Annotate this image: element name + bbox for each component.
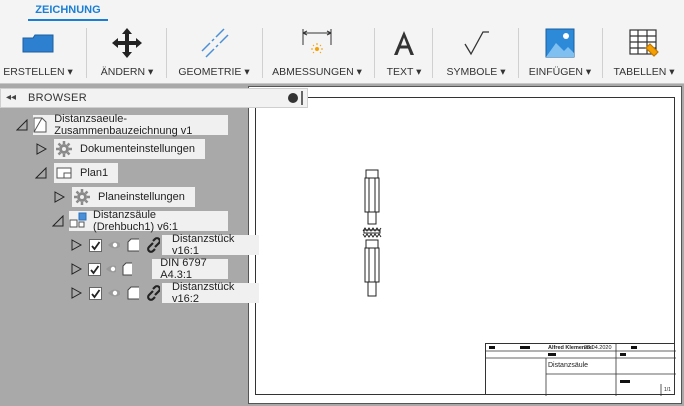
einfuegen-label: EINFÜGEN ▾ — [528, 66, 592, 78]
tree-item-label: Distanzstück v16:1 — [172, 233, 235, 257]
title-block-sheet: 1/1 — [664, 387, 671, 393]
tree-item-distanzstueck-1[interactable]: Distanzstück v16:1 — [70, 233, 260, 257]
eye-icon[interactable] — [107, 239, 121, 251]
tree-item-din-6797[interactable]: DIN 6797 A4.3:1 — [70, 257, 228, 281]
panel-resize-handle[interactable] — [301, 91, 303, 105]
sheet-icon — [54, 163, 74, 183]
tree-item-label: Planeinstellungen — [98, 191, 185, 203]
expanded-triangle-icon[interactable] — [16, 118, 28, 132]
collapsed-triangle-icon[interactable] — [34, 142, 48, 156]
tree-item-label: DIN 6797 A4.3:1 — [160, 257, 207, 281]
ribbon-toolbar: ZEICHNUNG ERSTELLEN ▾ ÄNDERN ▾ GEOMETRIE… — [0, 0, 684, 84]
title-block: Alfred Klemenski 25.04.2020 Distanzsäule… — [485, 343, 676, 396]
eye-icon[interactable] — [105, 263, 117, 275]
dimension-icon — [300, 26, 334, 60]
erstellen-menu[interactable]: ERSTELLEN ▾ — [2, 24, 74, 82]
tree-item-view[interactable]: Distanzsäule (Drehbuch1) v6:1 — [52, 209, 228, 233]
ribbon-separator — [602, 28, 603, 78]
body-icon — [127, 286, 139, 300]
collapsed-triangle-icon[interactable] — [70, 286, 82, 300]
tree-item-label: Dokumenteinstellungen — [80, 143, 195, 155]
ribbon-separator — [86, 28, 87, 78]
tabellen-menu[interactable]: TABELLEN ▾ — [606, 24, 682, 82]
drawing-frame: Alfred Klemenski 25.04.2020 Distanzsäule… — [255, 97, 676, 396]
title-block-title: Distanzsäule — [548, 362, 589, 369]
ribbon-separator — [262, 28, 263, 78]
tree-item-planeinstellungen[interactable]: Planeinstellungen — [52, 187, 195, 207]
link-icon — [147, 285, 161, 301]
surface-symbol-icon — [459, 26, 493, 60]
visibility-checkbox[interactable] — [88, 238, 102, 252]
active-tab-indicator — [28, 19, 108, 21]
view-node[interactable]: Distanzsäule (Drehbuch1) v6:1 — [69, 209, 228, 233]
centerline-icon — [197, 26, 231, 60]
tree-item-distanzstueck-2[interactable]: Distanzstück v16:2 — [70, 281, 260, 305]
move-icon — [110, 26, 144, 60]
browser-minimize-icon[interactable] — [288, 93, 298, 103]
abmessungen-menu[interactable]: ABMESSUNGEN ▾ — [268, 24, 366, 82]
tree-item-plan1[interactable]: Plan1 — [34, 163, 119, 183]
browser-panel: ◂◂ BROWSER Distanzsaeule-Zusammenbauzeic… — [0, 84, 308, 406]
component-node[interactable]: Distanzstück v16:2 — [162, 281, 260, 305]
drawing-canvas[interactable]: Alfred Klemenski 25.04.2020 Distanzsäule… — [228, 84, 684, 406]
aendern-label: ÄNDERN ▾ — [100, 66, 154, 78]
einfuegen-menu[interactable]: EINFÜGEN ▾ — [524, 24, 596, 82]
abmessungen-label: ABMESSUNGEN ▾ — [272, 66, 362, 78]
ribbon-separator — [166, 28, 167, 78]
tree-item-label: Distanzsäule (Drehbuch1) v6:1 — [93, 209, 179, 233]
symbole-menu[interactable]: SYMBOLE ▾ — [438, 24, 514, 82]
settings-node[interactable]: Planeinstellungen — [72, 187, 195, 207]
view-icon — [69, 211, 87, 231]
geometrie-menu[interactable]: GEOMETRIE ▾ — [172, 24, 256, 82]
link-icon — [147, 237, 161, 253]
body-icon — [127, 238, 139, 252]
geometrie-label: GEOMETRIE ▾ — [178, 66, 250, 78]
collapsed-triangle-icon[interactable] — [70, 238, 82, 252]
visibility-checkbox[interactable] — [88, 286, 102, 300]
tree-item-label: Distanzsaeule-Zusammenbauzeichnung v1 — [54, 113, 193, 137]
tree-item-dokumenteinstellungen[interactable]: Dokumenteinstellungen — [34, 139, 205, 159]
drawing-node[interactable]: Distanzsaeule-Zusammenbauzeichnung v1 — [32, 113, 228, 137]
tree-item-label: Distanzstück v16:2 — [172, 281, 235, 305]
text-label: TEXT ▾ — [386, 66, 422, 78]
collapsed-triangle-icon[interactable] — [70, 262, 82, 276]
collapse-panel-icon[interactable]: ◂◂ — [6, 92, 16, 103]
ribbon-separator — [374, 28, 375, 78]
title-block-grid — [486, 344, 676, 396]
standoff-assembly-view — [362, 169, 382, 297]
tabellen-label: TABELLEN ▾ — [613, 66, 675, 78]
ribbon-separator — [432, 28, 433, 78]
visibility-checkbox[interactable] — [87, 262, 101, 276]
sheet-node[interactable]: Plan1 — [54, 163, 119, 183]
tree-item-root[interactable]: Distanzsaeule-Zusammenbauzeichnung v1 — [16, 113, 228, 137]
aendern-menu[interactable]: ÄNDERN ▾ — [92, 24, 162, 82]
component-icon — [122, 262, 133, 276]
gear-icon — [72, 187, 92, 207]
title-block-date: 25.04.2020 — [584, 345, 612, 351]
eye-icon[interactable] — [107, 287, 121, 299]
app-window: ZEICHNUNG ERSTELLEN ▾ ÄNDERN ▾ GEOMETRIE… — [0, 0, 684, 406]
component-node[interactable]: Distanzstück v16:1 — [162, 233, 260, 257]
expanded-triangle-icon[interactable] — [34, 166, 48, 180]
expanded-triangle-icon[interactable] — [52, 214, 64, 228]
erstellen-label: ERSTELLEN ▾ — [3, 66, 73, 78]
collapsed-triangle-icon[interactable] — [52, 190, 66, 204]
text-icon — [387, 26, 421, 60]
tree-item-label: Plan1 — [80, 167, 109, 179]
browser-header: ◂◂ BROWSER — [0, 88, 308, 108]
drawing-sheet: Alfred Klemenski 25.04.2020 Distanzsäule… — [248, 86, 682, 404]
component-node[interactable]: DIN 6797 A4.3:1 — [152, 257, 228, 281]
insert-image-icon — [543, 26, 577, 60]
sheet-create-icon — [21, 26, 55, 60]
gear-icon — [54, 139, 74, 159]
browser-title: BROWSER — [28, 92, 87, 104]
drawing-icon — [33, 115, 49, 135]
text-menu[interactable]: TEXT ▾ — [380, 24, 428, 82]
ribbon-separator — [518, 28, 519, 78]
settings-node[interactable]: Dokumenteinstellungen — [54, 139, 205, 159]
symbole-label: SYMBOLE ▾ — [446, 66, 506, 78]
table-icon — [627, 26, 661, 60]
